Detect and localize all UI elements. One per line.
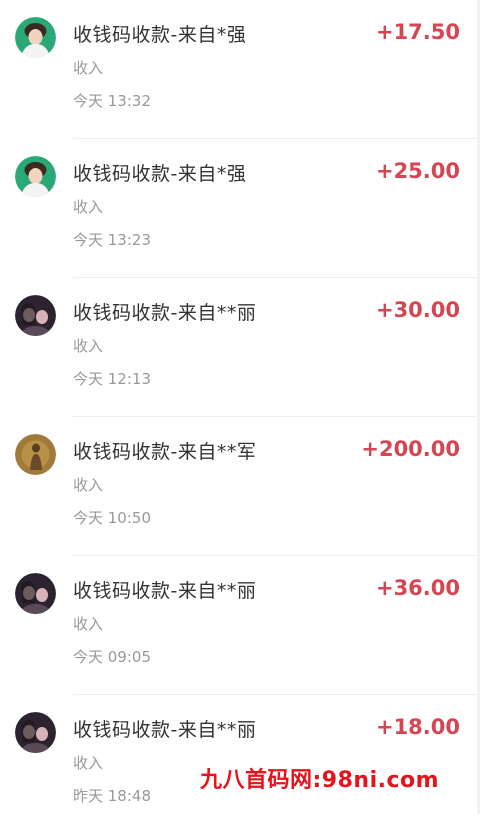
transaction-time: 今天 13:32: [73, 92, 151, 110]
transaction-type: 收入: [73, 754, 104, 772]
transaction-type: 收入: [73, 198, 104, 216]
transaction-amount: +17.50: [375, 20, 460, 44]
transaction-title: 收钱码收款-来自*强: [73, 163, 247, 185]
avatar: [15, 434, 56, 475]
transaction-type: 收入: [73, 615, 104, 633]
transaction-amount: +36.00: [375, 576, 460, 600]
transaction-title: 收钱码收款-来自**丽: [73, 719, 257, 741]
transaction-time: 今天 12:13: [73, 370, 151, 388]
transaction-row[interactable]: 收钱码收款-来自**军 收入 今天 10:50 +200.00: [0, 417, 480, 556]
transaction-amount: +30.00: [375, 298, 460, 322]
transaction-title: 收钱码收款-来自**军: [73, 441, 257, 463]
transaction-amount: +200.00: [361, 437, 460, 461]
avatar: [15, 156, 56, 197]
transaction-type: 收入: [73, 337, 104, 355]
avatar: [15, 295, 56, 336]
transaction-time: 今天 13:23: [73, 231, 151, 249]
transaction-title: 收钱码收款-来自**丽: [73, 580, 257, 602]
transaction-time: 今天 10:50: [73, 509, 151, 527]
transaction-type: 收入: [73, 476, 104, 494]
transaction-title: 收钱码收款-来自**丽: [73, 302, 257, 324]
avatar: [15, 17, 56, 58]
transaction-amount: +18.00: [375, 715, 460, 739]
transaction-row[interactable]: 收钱码收款-来自**丽 收入 今天 12:13 +30.00: [0, 278, 480, 417]
avatar: [15, 712, 56, 753]
transaction-row[interactable]: 收钱码收款-来自*强 收入 今天 13:23 +25.00: [0, 139, 480, 278]
transaction-title: 收钱码收款-来自*强: [73, 24, 247, 46]
avatar: [15, 573, 56, 614]
watermark-text: 九八首码网:98ni.com: [200, 768, 440, 793]
transaction-row[interactable]: 收钱码收款-来自**丽 收入 今天 09:05 +36.00: [0, 556, 480, 695]
transaction-list: 收钱码收款-来自*强 收入 今天 13:32 +17.50 收钱码收款-来自*强…: [0, 0, 480, 834]
transaction-row[interactable]: 收钱码收款-来自*强 收入 今天 13:32 +17.50: [0, 0, 480, 139]
transaction-amount: +25.00: [375, 159, 460, 183]
transaction-type: 收入: [73, 59, 104, 77]
transaction-time: 今天 09:05: [73, 648, 151, 666]
transaction-time: 昨天 18:48: [73, 787, 151, 805]
